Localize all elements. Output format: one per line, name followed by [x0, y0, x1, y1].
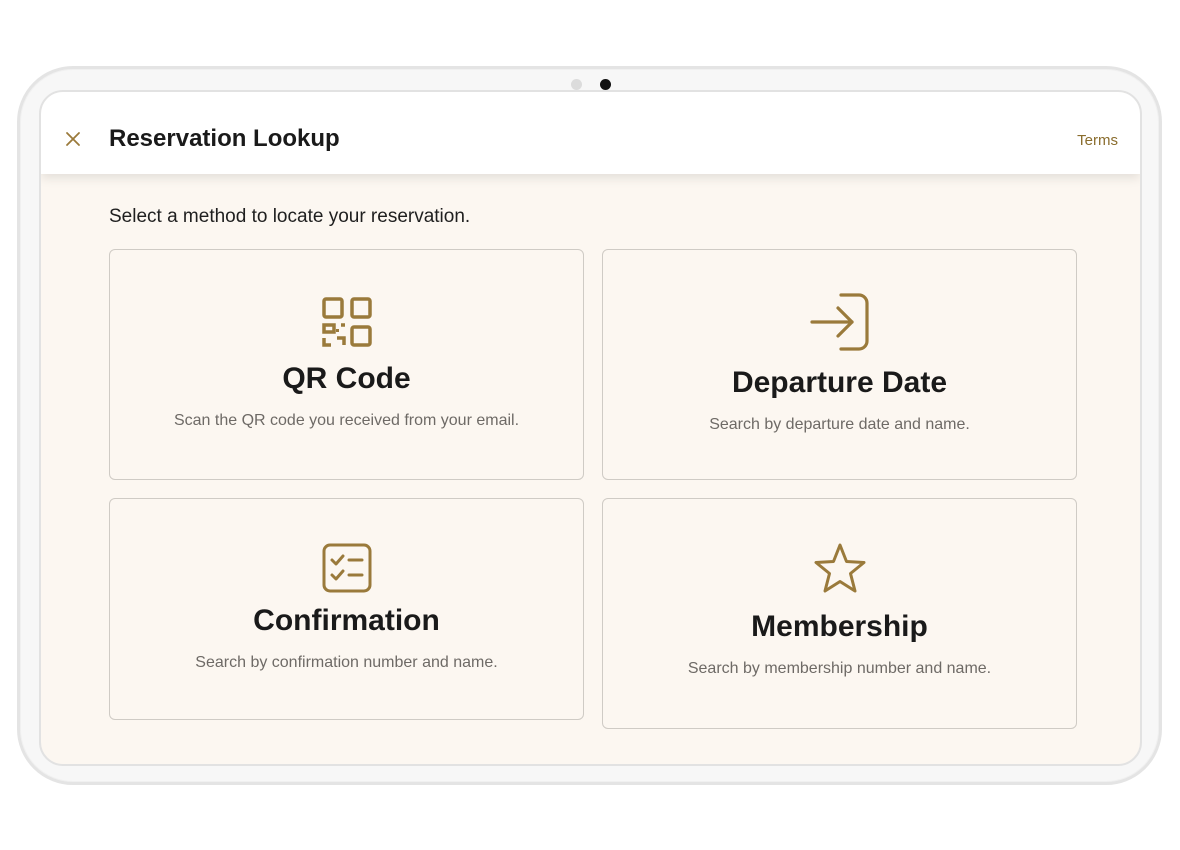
card-title: Membership [751, 610, 928, 643]
checklist-icon [321, 542, 373, 594]
membership-method-card[interactable]: Membership Search by membership number a… [602, 498, 1077, 729]
card-description: Search by membership number and name. [687, 660, 992, 677]
card-title: QR Code [282, 362, 411, 395]
app-header: Reservation Lookup Terms [41, 92, 1140, 174]
screen: Reservation Lookup Terms Select a method… [39, 90, 1142, 766]
close-button[interactable] [63, 129, 83, 149]
card-description: Search by confirmation number and name. [195, 654, 498, 671]
page-indicator [571, 79, 611, 90]
instructions-text: Select a method to locate your reservati… [109, 206, 471, 227]
qr-code-icon [321, 296, 373, 348]
qr-code-method-card[interactable]: QR Code Scan the QR code you received fr… [109, 249, 584, 480]
card-title: Confirmation [253, 604, 440, 637]
star-icon [812, 542, 868, 596]
page-dot-active[interactable] [600, 79, 611, 90]
page-dot-inactive[interactable] [571, 79, 582, 90]
card-title: Departure Date [731, 366, 948, 399]
confirmation-method-card[interactable]: Confirmation Search by confirmation numb… [109, 498, 584, 720]
card-description: Search by departure date and name. [709, 416, 970, 433]
tablet-frame: Reservation Lookup Terms Select a method… [17, 66, 1162, 785]
departure-date-method-card[interactable]: Departure Date Search by departure date … [602, 249, 1077, 480]
card-description: Scan the QR code you received from your … [173, 412, 520, 429]
close-icon [66, 132, 80, 146]
page-title: Reservation Lookup [109, 125, 340, 152]
sign-in-arrow-icon [809, 292, 871, 352]
terms-link[interactable]: Terms [1077, 132, 1118, 149]
